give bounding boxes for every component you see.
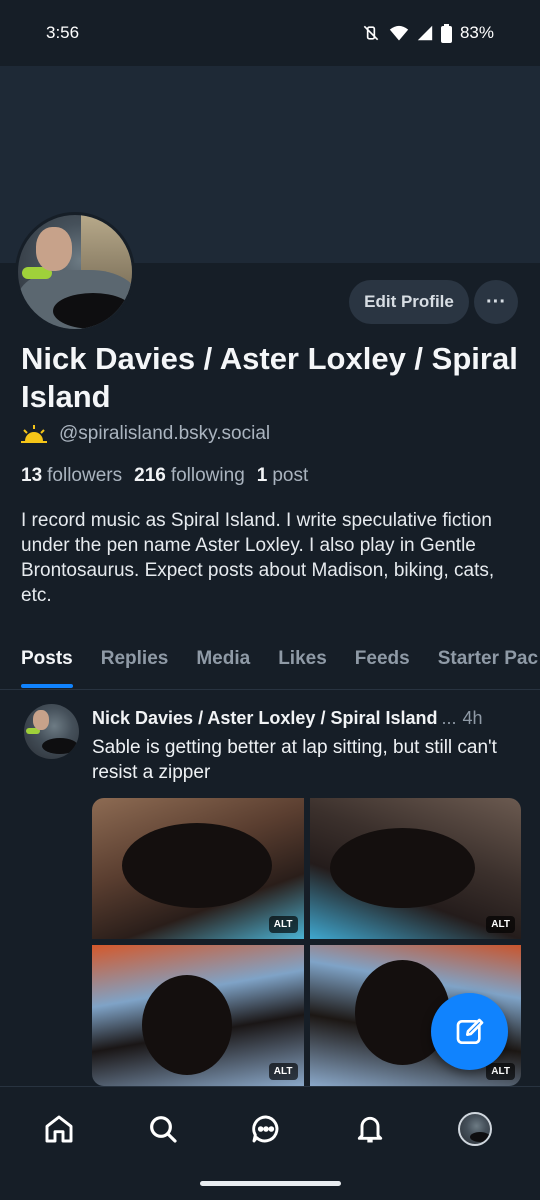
posts-count: 1 post: [256, 465, 309, 486]
profile-display-name: Nick Davies / Aster Loxley / Spiral Isla…: [21, 341, 518, 414]
profile-tabs: Posts Replies Media Likes Feeds Starter …: [0, 640, 540, 690]
nav-home[interactable]: [37, 1107, 81, 1151]
sunrise-icon: [21, 425, 47, 443]
home-indicator[interactable]: [200, 1181, 341, 1186]
followers-link[interactable]: 13 followers: [21, 465, 122, 487]
nav-profile[interactable]: [453, 1107, 497, 1151]
home-icon: [45, 1115, 73, 1143]
profile-stats: 13 followers 216 following 1 post: [21, 465, 308, 487]
profile-avatar: [458, 1112, 492, 1146]
post-author-name[interactable]: Nick Davies / Aster Loxley / Spiral Isla…: [92, 708, 437, 729]
search-icon: [150, 1116, 177, 1143]
post-truncation: ...: [441, 708, 457, 728]
post-image[interactable]: ALT: [309, 798, 521, 939]
post-image[interactable]: ALT: [92, 798, 304, 939]
alt-badge[interactable]: ALT: [268, 1063, 298, 1080]
chat-icon: [252, 1115, 279, 1143]
post-text: Sable is getting better at lap sitting, …: [92, 737, 497, 783]
tab-feeds[interactable]: Feeds: [341, 640, 424, 689]
battery-level: 83%: [459, 23, 494, 42]
bell-icon: [357, 1116, 383, 1143]
tab-media[interactable]: Media: [182, 640, 264, 689]
battery-icon: [440, 23, 452, 43]
post-timestamp[interactable]: 4h: [463, 708, 483, 729]
nav-search[interactable]: [141, 1107, 185, 1151]
profile-avatar[interactable]: [15, 212, 135, 332]
profile-handle[interactable]: @spiralisland.bsky.social: [59, 423, 270, 445]
tab-likes[interactable]: Likes: [264, 640, 341, 689]
ellipsis-icon: ···: [486, 290, 506, 313]
more-options-button[interactable]: ···: [474, 280, 518, 324]
alt-badge[interactable]: ALT: [486, 916, 515, 933]
compose-icon: [456, 1018, 483, 1044]
nav-notifications[interactable]: [348, 1107, 392, 1151]
tab-replies[interactable]: Replies: [87, 640, 183, 689]
alt-badge[interactable]: ALT: [486, 1063, 515, 1080]
wifi-icon: [389, 25, 409, 41]
tab-starter-packs[interactable]: Starter Pac: [424, 640, 540, 689]
post-author-avatar[interactable]: [24, 704, 79, 759]
profile-bio: I record music as Spiral Island. I write…: [21, 510, 495, 606]
alt-badge[interactable]: ALT: [268, 916, 298, 933]
edit-profile-button[interactable]: Edit Profile: [349, 280, 469, 324]
post-image[interactable]: ALT: [92, 945, 304, 1086]
status-time: 3:56: [46, 23, 80, 42]
status-bar: 3:56 83%: [0, 0, 540, 66]
profile-handle-row: @spiralisland.bsky.social: [21, 423, 270, 445]
signal-icon: [417, 25, 433, 41]
following-link[interactable]: 216 following: [134, 465, 245, 487]
post-header: Nick Davies / Aster Loxley / Spiral Isla…: [92, 708, 522, 729]
nav-chat[interactable]: [244, 1107, 288, 1151]
tab-posts[interactable]: Posts: [0, 640, 87, 689]
mute-vibrate-icon: [363, 25, 379, 41]
compose-post-button[interactable]: [431, 993, 508, 1070]
